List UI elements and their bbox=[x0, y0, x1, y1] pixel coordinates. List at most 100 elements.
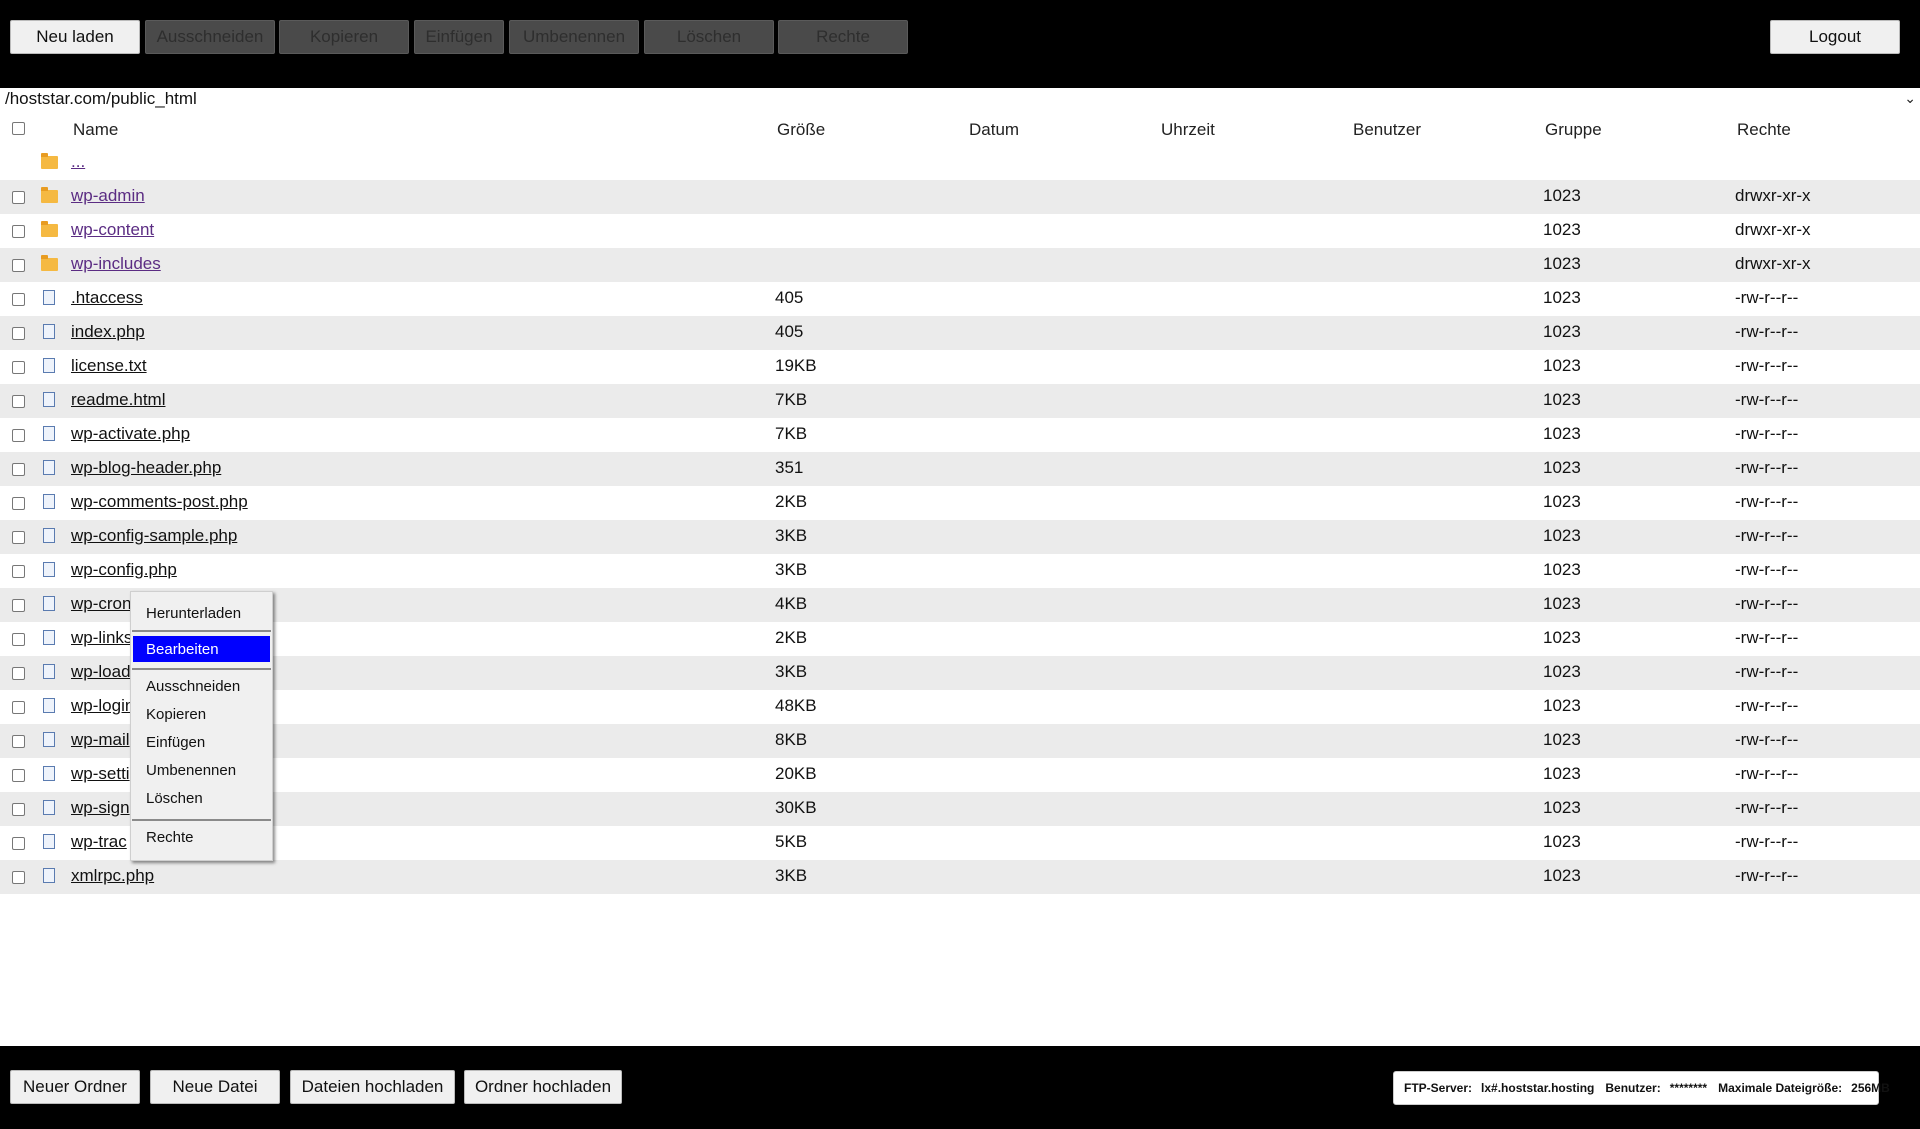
file-row[interactable]: index.php 405 1023 -rw-r--r-- bbox=[0, 316, 1920, 350]
menu-item-cut[interactable]: Ausschneiden bbox=[131, 673, 272, 699]
file-row[interactable]: wp-config.php 3KB 1023 -rw-r--r-- bbox=[0, 554, 1920, 588]
folder-row[interactable]: wp-content 1023 drwxr-xr-x bbox=[0, 214, 1920, 248]
row-checkbox[interactable] bbox=[12, 837, 25, 850]
row-checkbox[interactable] bbox=[12, 565, 25, 578]
folder-row[interactable]: wp-includes 1023 drwxr-xr-x bbox=[0, 248, 1920, 282]
row-checkbox[interactable] bbox=[12, 633, 25, 646]
row-checkbox[interactable] bbox=[12, 463, 25, 476]
row-checkbox[interactable] bbox=[12, 429, 25, 442]
file-row[interactable]: wp-trac 5KB 1023 -rw-r--r-- bbox=[0, 826, 1920, 860]
file-name-link[interactable]: wp-cron bbox=[71, 594, 131, 614]
row-checkbox[interactable] bbox=[12, 599, 25, 612]
file-row[interactable]: wp-load 3KB 1023 -rw-r--r-- bbox=[0, 656, 1920, 690]
cut-button[interactable]: Ausschneiden bbox=[145, 20, 275, 54]
copy-button[interactable]: Kopieren bbox=[279, 20, 409, 54]
file-row[interactable]: wp-config-sample.php 3KB 1023 -rw-r--r-- bbox=[0, 520, 1920, 554]
row-checkbox[interactable] bbox=[12, 191, 25, 204]
file-name-link[interactable]: wp-load bbox=[71, 662, 131, 682]
file-group: 1023 bbox=[1543, 356, 1581, 375]
row-checkbox[interactable] bbox=[12, 361, 25, 374]
menu-item-paste[interactable]: Einfügen bbox=[131, 729, 272, 755]
row-checkbox[interactable] bbox=[12, 225, 25, 238]
path-selector[interactable]: /hoststar.com/public_html ⌄ bbox=[0, 88, 1920, 112]
row-checkbox[interactable] bbox=[12, 531, 25, 544]
column-date[interactable]: Datum bbox=[969, 120, 1019, 140]
column-user[interactable]: Benutzer bbox=[1353, 120, 1421, 140]
row-checkbox[interactable] bbox=[12, 293, 25, 306]
file-group: 1023 bbox=[1543, 764, 1581, 783]
row-checkbox[interactable] bbox=[12, 769, 25, 782]
row-checkbox[interactable] bbox=[12, 667, 25, 680]
file-name-link[interactable]: wp-setti bbox=[71, 764, 130, 784]
logout-button[interactable]: Logout bbox=[1770, 20, 1900, 54]
file-name-link[interactable]: index.php bbox=[71, 322, 145, 342]
file-name-link[interactable]: wp-links bbox=[71, 628, 132, 648]
file-row[interactable]: wp-comments-post.php 2KB 1023 -rw-r--r-- bbox=[0, 486, 1920, 520]
file-row[interactable]: .htaccess 405 1023 -rw-r--r-- bbox=[0, 282, 1920, 316]
row-checkbox[interactable] bbox=[12, 871, 25, 884]
menu-item-edit[interactable]: Bearbeiten bbox=[133, 636, 270, 662]
row-checkbox[interactable] bbox=[12, 259, 25, 272]
file-name-link[interactable]: wp-activate.php bbox=[71, 424, 190, 444]
menu-item-copy[interactable]: Kopieren bbox=[131, 701, 272, 727]
file-name-link[interactable]: license.txt bbox=[71, 356, 147, 376]
file-name-link[interactable]: wp-includes bbox=[71, 254, 161, 274]
row-checkbox[interactable] bbox=[12, 803, 25, 816]
column-permissions[interactable]: Rechte bbox=[1737, 120, 1791, 140]
parent-directory-row[interactable]: ... bbox=[0, 146, 1920, 180]
file-name-link[interactable]: wp-content bbox=[71, 220, 154, 240]
file-name-link[interactable]: wp-trac bbox=[71, 832, 127, 852]
file-name-link[interactable]: wp-mail bbox=[71, 730, 130, 750]
file-row[interactable]: wp-sign 30KB 1023 -rw-r--r-- bbox=[0, 792, 1920, 826]
row-checkbox[interactable] bbox=[12, 395, 25, 408]
file-group: 1023 bbox=[1543, 560, 1581, 579]
menu-item-download[interactable]: Herunterladen bbox=[131, 600, 272, 626]
file-name-link[interactable]: readme.html bbox=[71, 390, 165, 410]
file-row[interactable]: wp-links 2KB 1023 -rw-r--r-- bbox=[0, 622, 1920, 656]
upload-folder-button[interactable]: Ordner hochladen bbox=[464, 1070, 622, 1104]
file-row[interactable]: wp-login 48KB 1023 -rw-r--r-- bbox=[0, 690, 1920, 724]
file-row[interactable]: wp-activate.php 7KB 1023 -rw-r--r-- bbox=[0, 418, 1920, 452]
row-checkbox[interactable] bbox=[12, 735, 25, 748]
file-name-link[interactable]: wp-blog-header.php bbox=[71, 458, 221, 478]
column-name[interactable]: Name bbox=[73, 120, 118, 140]
row-checkbox[interactable] bbox=[12, 497, 25, 510]
file-name-link[interactable]: wp-comments-post.php bbox=[71, 492, 248, 512]
file-row[interactable]: wp-blog-header.php 351 1023 -rw-r--r-- bbox=[0, 452, 1920, 486]
chevron-down-icon[interactable]: ⌄ bbox=[1904, 90, 1916, 107]
delete-button[interactable]: Löschen bbox=[644, 20, 774, 54]
row-checkbox[interactable] bbox=[12, 701, 25, 714]
file-name-link[interactable]: wp-config.php bbox=[71, 560, 177, 580]
menu-item-delete[interactable]: Löschen bbox=[131, 785, 272, 811]
permissions-button[interactable]: Rechte bbox=[778, 20, 908, 54]
new-folder-button[interactable]: Neuer Ordner bbox=[10, 1070, 140, 1104]
column-group[interactable]: Gruppe bbox=[1545, 120, 1602, 140]
paste-button[interactable]: Einfügen bbox=[414, 20, 504, 54]
file-name-link[interactable]: wp-login bbox=[71, 696, 134, 716]
file-name-link[interactable]: wp-sign bbox=[71, 798, 130, 818]
file-row[interactable]: readme.html 7KB 1023 -rw-r--r-- bbox=[0, 384, 1920, 418]
file-size: 19KB bbox=[775, 356, 817, 375]
folder-row[interactable]: wp-admin 1023 drwxr-xr-x bbox=[0, 180, 1920, 214]
file-name-link[interactable]: .htaccess bbox=[71, 288, 143, 308]
rename-button[interactable]: Umbenennen bbox=[509, 20, 639, 54]
file-row[interactable]: xmlrpc.php 3KB 1023 -rw-r--r-- bbox=[0, 860, 1920, 894]
file-row[interactable]: license.txt 19KB 1023 -rw-r--r-- bbox=[0, 350, 1920, 384]
menu-item-rename[interactable]: Umbenennen bbox=[131, 757, 272, 783]
file-row[interactable]: wp-mail 8KB 1023 -rw-r--r-- bbox=[0, 724, 1920, 758]
new-file-button[interactable]: Neue Datei bbox=[150, 1070, 280, 1104]
menu-separator bbox=[132, 819, 271, 821]
reload-button[interactable]: Neu laden bbox=[10, 20, 140, 54]
file-name-link[interactable]: xmlrpc.php bbox=[71, 866, 154, 886]
column-time[interactable]: Uhrzeit bbox=[1161, 120, 1215, 140]
file-name-link[interactable]: wp-admin bbox=[71, 186, 145, 206]
upload-files-button[interactable]: Dateien hochladen bbox=[290, 1070, 455, 1104]
column-size[interactable]: Größe bbox=[777, 120, 825, 140]
parent-directory-link[interactable]: ... bbox=[71, 152, 85, 172]
file-row[interactable]: wp-setti 20KB 1023 -rw-r--r-- bbox=[0, 758, 1920, 792]
select-all-checkbox[interactable] bbox=[12, 122, 25, 135]
menu-item-permissions[interactable]: Rechte bbox=[131, 824, 272, 850]
file-name-link[interactable]: wp-config-sample.php bbox=[71, 526, 237, 546]
row-checkbox[interactable] bbox=[12, 327, 25, 340]
file-row[interactable]: wp-cron 4KB 1023 -rw-r--r-- bbox=[0, 588, 1920, 622]
